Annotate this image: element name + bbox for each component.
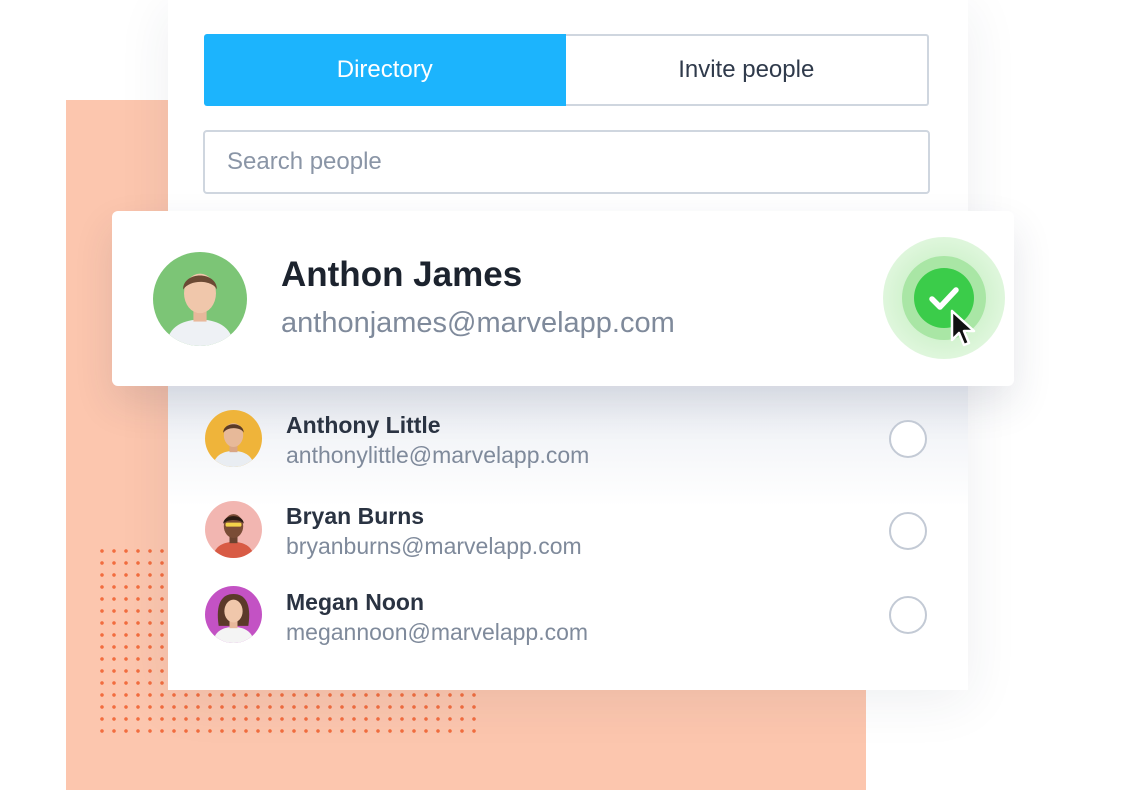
tab-invite-people[interactable]: Invite people [565, 34, 929, 106]
person-email: anthonjames@marvelapp.com [281, 307, 675, 339]
select-radio[interactable] [889, 420, 927, 458]
person-email: anthonylittle@marvelapp.com [286, 442, 590, 468]
avatar [205, 586, 262, 643]
list-item[interactable]: Megan Noon megannoon@marvelapp.com [168, 574, 968, 658]
person-avatar-icon [153, 252, 247, 346]
person-name: Anthony Little [286, 412, 441, 438]
person-avatar-icon [205, 501, 262, 558]
select-radio[interactable] [889, 512, 927, 550]
person-name: Megan Noon [286, 589, 424, 615]
list-item[interactable]: Bryan Burns bryanburns@marvelapp.com [168, 488, 968, 572]
avatar [153, 252, 247, 346]
selected-person-card[interactable]: Anthon James anthonjames@marvelapp.com [112, 211, 1014, 386]
tab-directory[interactable]: Directory [204, 34, 566, 106]
person-email: bryanburns@marvelapp.com [286, 533, 582, 559]
select-radio[interactable] [889, 596, 927, 634]
search-input[interactable] [203, 130, 930, 194]
avatar [205, 410, 262, 467]
person-email: megannoon@marvelapp.com [286, 619, 589, 645]
person-avatar-icon [205, 586, 262, 643]
person-name: Bryan Burns [286, 503, 425, 529]
mouse-pointer-icon [950, 309, 978, 354]
tab-bar: Directory Invite people [204, 34, 929, 106]
person-avatar-icon [205, 410, 262, 467]
avatar [205, 501, 262, 558]
person-name: Anthon James [281, 255, 523, 294]
list-item[interactable]: Anthony Little anthonylittle@marvelapp.c… [168, 397, 968, 481]
